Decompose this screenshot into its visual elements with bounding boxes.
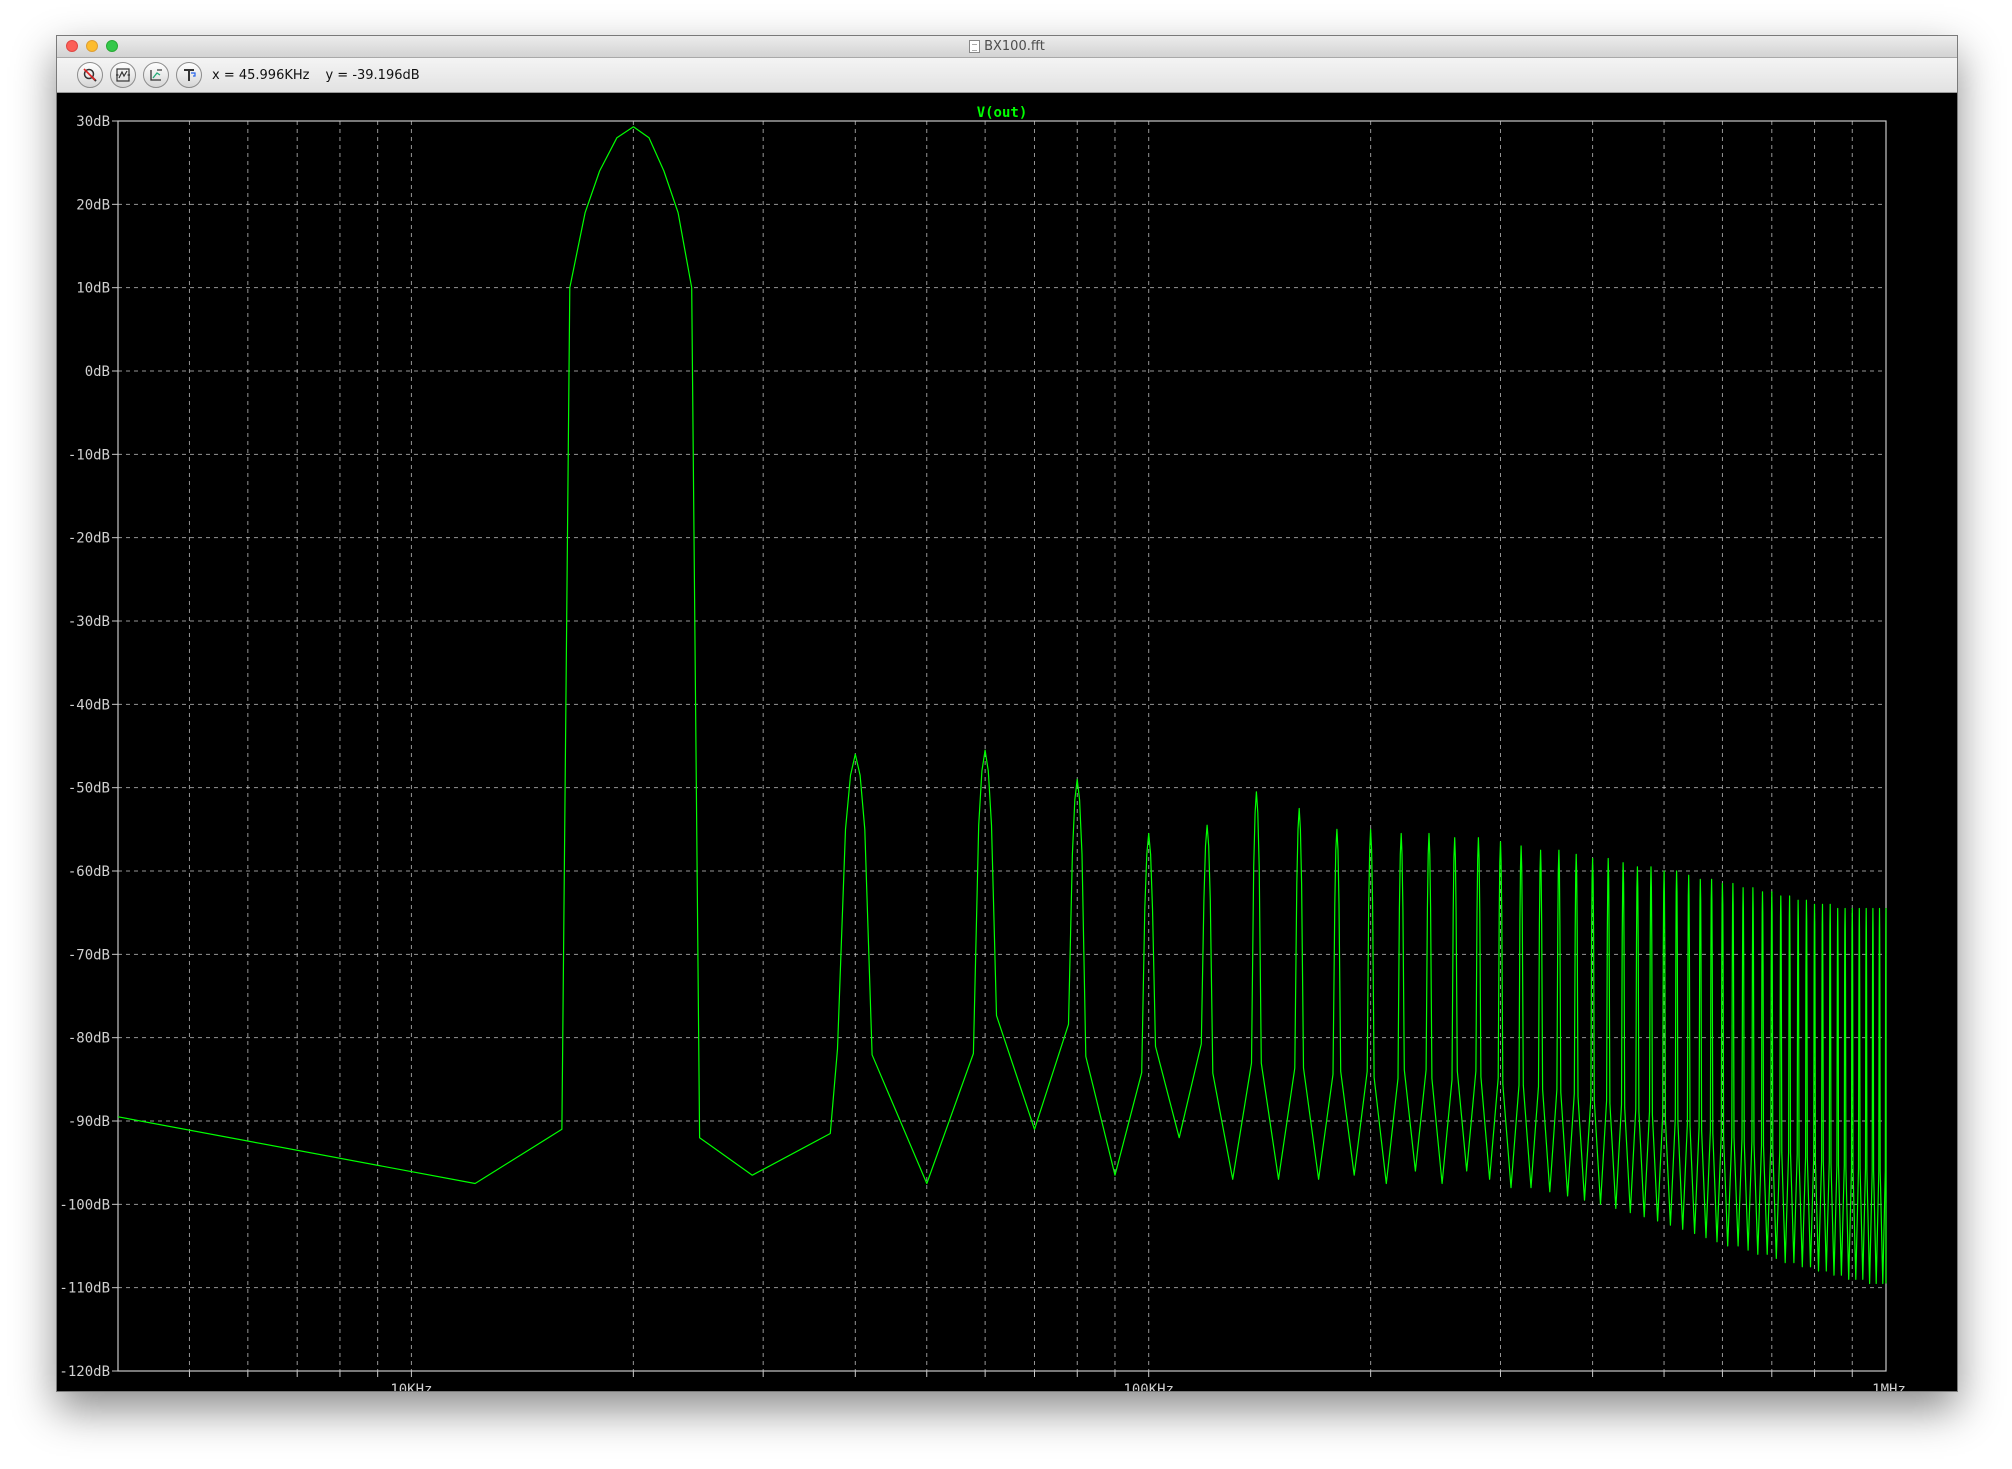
- document-icon: [969, 40, 981, 53]
- y-tick-label: 30dB: [76, 114, 110, 130]
- y-readout: y = -39.196dB: [325, 67, 420, 83]
- y-tick-label: -80dB: [68, 1031, 110, 1047]
- pan-icon: [150, 69, 162, 81]
- y-tick-label: 10dB: [76, 281, 110, 297]
- window-title-group: BX100.fft: [57, 36, 1957, 57]
- app-window: BX100.fft x = 45.996KHz y = -39.196dB 30…: [56, 35, 1958, 1392]
- x-tick-label: 100KHz: [1123, 1382, 1174, 1391]
- zoom-cancel-icon: [83, 68, 97, 82]
- zoom-cancel-button[interactable]: [77, 62, 103, 88]
- x-tick-label: 10KHz: [390, 1382, 432, 1391]
- label-cursor-button[interactable]: [176, 62, 202, 88]
- label-cursor-icon: [184, 69, 196, 81]
- y-tick-label: 20dB: [76, 197, 110, 213]
- autorange-icon: [116, 68, 130, 82]
- y-tick-label: -100dB: [59, 1197, 110, 1213]
- toolbar: x = 45.996KHz y = -39.196dB: [57, 58, 1957, 93]
- fft-plot[interactable]: 30dB 20dB 10dB 0dB -10dB -20dB -30dB -40dB -50dB…: [57, 93, 1957, 1391]
- y-tick-label: -20dB: [68, 531, 110, 547]
- y-tick-label: -10dB: [68, 447, 110, 463]
- title-bar[interactable]: BX100.fft: [57, 36, 1957, 58]
- x-readout: x = 45.996KHz: [212, 67, 310, 83]
- chart-title: V(out): [977, 105, 1028, 121]
- y-tick-label: -70dB: [68, 947, 110, 963]
- y-tick-label: -50dB: [68, 781, 110, 797]
- y-tick-label: 0dB: [85, 364, 110, 380]
- y-tick-label: -110dB: [59, 1281, 110, 1297]
- y-tick-label: -90dB: [68, 1114, 110, 1130]
- window-title: BX100.fft: [984, 39, 1045, 54]
- x-tick-label: 1MHz: [1872, 1382, 1906, 1391]
- y-tick-label: -30dB: [68, 614, 110, 630]
- y-tick-label: -60dB: [68, 864, 110, 880]
- autorange-button[interactable]: [110, 62, 136, 88]
- y-tick-label: -40dB: [68, 697, 110, 713]
- y-tick-label: -120dB: [59, 1364, 110, 1380]
- pan-button[interactable]: [143, 62, 169, 88]
- cursor-readout: x = 45.996KHz y = -39.196dB: [212, 68, 436, 83]
